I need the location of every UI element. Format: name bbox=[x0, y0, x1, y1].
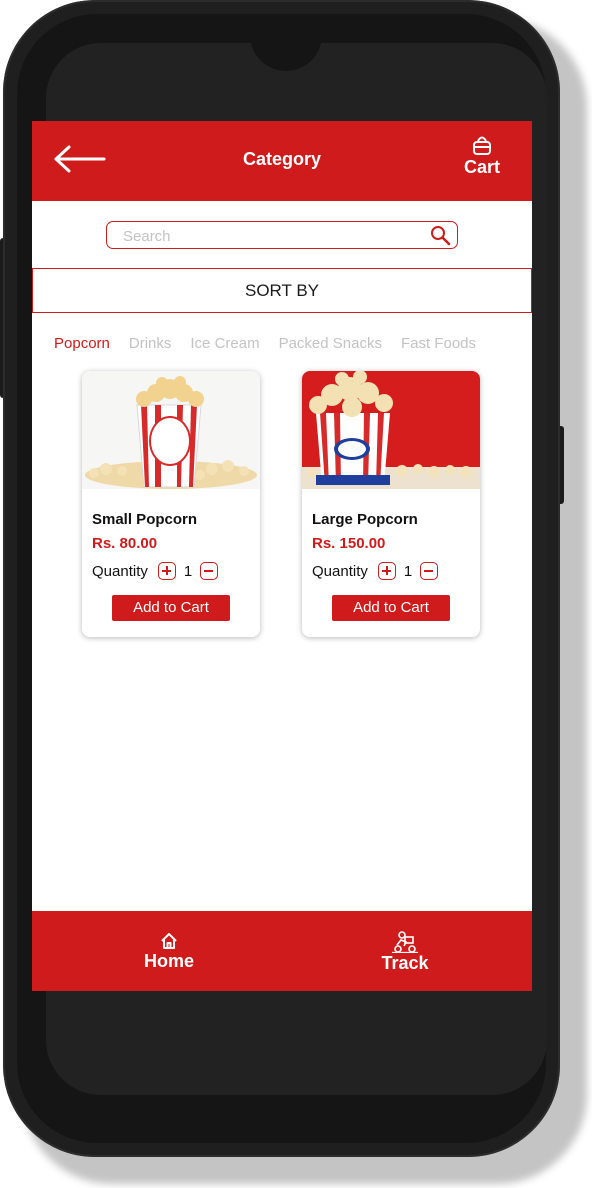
product-name: Large Popcorn bbox=[312, 511, 418, 528]
product-price: Rs. 150.00 bbox=[312, 535, 386, 552]
quantity-label: Quantity bbox=[312, 562, 368, 580]
nav-track[interactable]: Track bbox=[360, 931, 450, 974]
cart-button[interactable]: Cart bbox=[456, 135, 508, 185]
cart-icon bbox=[473, 136, 491, 155]
quantity-value: 1 bbox=[183, 562, 193, 580]
quantity-value: 1 bbox=[403, 562, 413, 580]
tab-fast-foods[interactable]: Fast Foods bbox=[401, 335, 476, 357]
search-icon[interactable] bbox=[429, 224, 451, 246]
add-to-cart-button[interactable]: Add to Cart bbox=[332, 595, 450, 621]
nav-track-label: Track bbox=[381, 953, 429, 973]
tab-packed-snacks[interactable]: Packed Snacks bbox=[279, 335, 382, 357]
product-card[interactable]: Large Popcorn Rs. 150.00 Quantity 1 Add … bbox=[302, 371, 480, 637]
add-to-cart-button[interactable]: Add to Cart bbox=[112, 595, 230, 621]
minus-icon[interactable] bbox=[200, 562, 219, 580]
search-input[interactable] bbox=[121, 225, 415, 247]
product-name: Small Popcorn bbox=[92, 511, 198, 528]
quantity-label: Quantity bbox=[92, 562, 148, 580]
sort-by-button[interactable]: SORT BY bbox=[32, 268, 532, 313]
home-icon bbox=[161, 933, 177, 949]
cart-label: Cart bbox=[463, 157, 500, 177]
track-icon bbox=[392, 931, 418, 953]
search-bar[interactable] bbox=[106, 221, 458, 249]
product-image bbox=[302, 371, 480, 489]
product-image bbox=[82, 371, 260, 489]
nav-home[interactable]: Home bbox=[124, 931, 214, 972]
product-price: Rs. 80.00 bbox=[92, 535, 158, 552]
category-tabs: Popcorn Drinks Ice Cream Packed Snacks F… bbox=[54, 335, 495, 357]
product-card[interactable]: Small Popcorn Rs. 80.00 Quantity 1 Add t… bbox=[82, 371, 260, 637]
app-screen: Category Cart SORT BY Popcorn Drinks Ice… bbox=[32, 121, 532, 991]
plus-icon[interactable] bbox=[157, 562, 176, 580]
app-header: Category Cart bbox=[32, 121, 532, 201]
tab-drinks[interactable]: Drinks bbox=[129, 335, 172, 357]
minus-icon[interactable] bbox=[420, 562, 439, 580]
bottom-navigation: Home Track bbox=[32, 911, 532, 991]
quantity-stepper: Quantity 1 bbox=[312, 560, 439, 582]
plus-icon[interactable] bbox=[377, 562, 396, 580]
nav-home-label: Home bbox=[143, 951, 194, 971]
tab-ice-cream[interactable]: Ice Cream bbox=[190, 335, 259, 357]
tab-popcorn[interactable]: Popcorn bbox=[54, 335, 110, 357]
quantity-stepper: Quantity 1 bbox=[92, 560, 219, 582]
